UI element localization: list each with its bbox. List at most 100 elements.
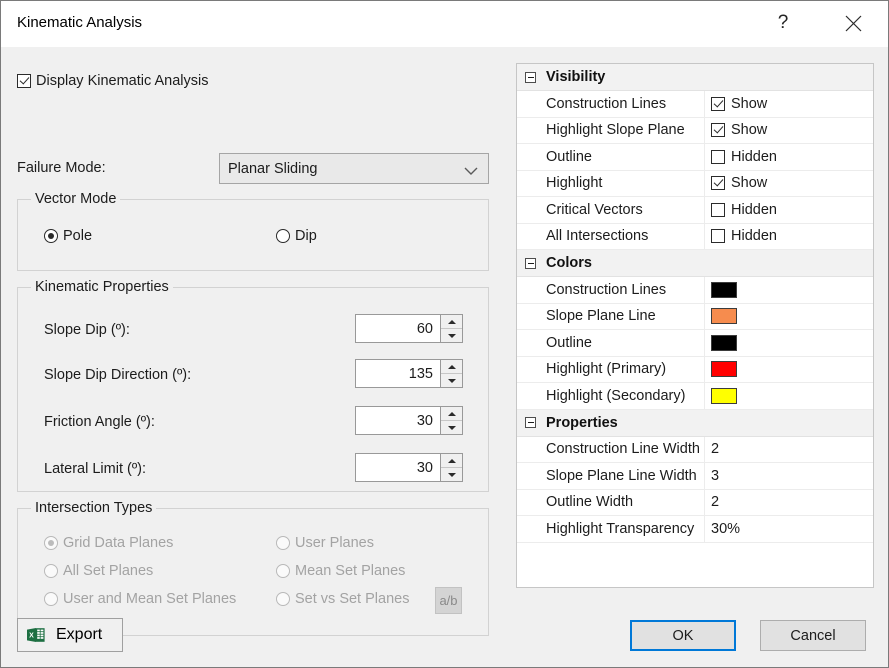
slope-dip-direction-input[interactable]: 135	[355, 359, 441, 388]
table-row[interactable]: Construction Lines	[517, 277, 873, 304]
lateral-limit-spin-buttons	[441, 453, 463, 482]
row-value[interactable]: 2	[705, 490, 873, 516]
row-value-text: Hidden	[731, 149, 777, 165]
excel-icon: X	[26, 625, 46, 645]
table-row[interactable]: Highlight (Secondary)	[517, 383, 873, 410]
property-group-properties[interactable]: Properties	[517, 410, 873, 437]
table-row[interactable]: Highlight Transparency 30%	[517, 516, 873, 543]
collapse-minus-icon[interactable]	[525, 258, 536, 269]
row-value[interactable]	[705, 330, 873, 356]
checkbox-unchecked-icon[interactable]	[711, 150, 725, 164]
spin-down-button[interactable]	[441, 420, 462, 434]
radio-grid-data-planes: Grid Data Planes	[44, 535, 173, 551]
row-value[interactable]: Show	[705, 171, 873, 197]
row-value[interactable]: 3	[705, 463, 873, 489]
row-label: Highlight Slope Plane	[517, 118, 705, 144]
row-value[interactable]: Hidden	[705, 197, 873, 223]
property-group-colors[interactable]: Colors	[517, 250, 873, 277]
color-swatch[interactable]	[711, 335, 737, 351]
checkbox-unchecked-icon[interactable]	[711, 203, 725, 217]
kinematic-properties-title: Kinematic Properties	[31, 279, 173, 295]
friction-angle-spin-buttons	[441, 406, 463, 435]
close-button[interactable]	[830, 1, 876, 45]
table-row[interactable]: All Intersections Hidden	[517, 224, 873, 251]
slope-dip-input[interactable]: 60	[355, 314, 441, 343]
checkbox-check-icon[interactable]	[711, 97, 725, 111]
radio-dip-label: Dip	[295, 228, 317, 244]
checkbox-check-icon[interactable]	[711, 176, 725, 190]
radio-pole[interactable]: Pole	[44, 228, 92, 244]
cancel-button[interactable]: Cancel	[760, 620, 866, 651]
table-row[interactable]: Critical Vectors Hidden	[517, 197, 873, 224]
failure-mode-dropdown[interactable]: Planar Sliding	[219, 153, 489, 184]
display-kinematic-analysis-checkbox[interactable]: Display Kinematic Analysis	[17, 73, 208, 89]
row-value[interactable]: 2	[705, 437, 873, 463]
table-row[interactable]: Slope Plane Line	[517, 304, 873, 331]
radio-dip[interactable]: Dip	[276, 228, 317, 244]
window-title: Kinematic Analysis	[17, 14, 142, 31]
table-row[interactable]: Outline	[517, 330, 873, 357]
table-row[interactable]: Construction Lines Show	[517, 91, 873, 118]
row-value[interactable]	[705, 357, 873, 383]
color-swatch[interactable]	[711, 308, 737, 324]
slope-dip-spin-buttons	[441, 314, 463, 343]
row-label: Construction Lines	[517, 91, 705, 117]
table-row[interactable]: Outline Hidden	[517, 144, 873, 171]
triangle-up-icon	[448, 365, 456, 369]
lateral-limit-input[interactable]: 30	[355, 453, 441, 482]
triangle-up-icon	[448, 320, 456, 324]
table-row[interactable]: Highlight Slope Plane Show	[517, 118, 873, 145]
friction-angle-stepper[interactable]: 30	[355, 406, 463, 435]
color-swatch[interactable]	[711, 388, 737, 404]
row-value[interactable]	[705, 277, 873, 303]
lateral-limit-stepper[interactable]: 30	[355, 453, 463, 482]
row-value[interactable]: Hidden	[705, 144, 873, 170]
property-grid[interactable]: Visibility Construction Lines Show Highl…	[516, 63, 874, 588]
friction-angle-input[interactable]: 30	[355, 406, 441, 435]
row-value[interactable]: Show	[705, 118, 873, 144]
failure-mode-value: Planar Sliding	[228, 161, 317, 177]
intersection-types-title: Intersection Types	[31, 500, 156, 516]
row-value[interactable]: Show	[705, 91, 873, 117]
spin-down-button[interactable]	[441, 328, 462, 342]
row-value-text: Hidden	[731, 228, 777, 244]
help-button[interactable]: ?	[760, 1, 806, 45]
ok-button[interactable]: OK	[630, 620, 736, 651]
collapse-minus-icon[interactable]	[525, 72, 536, 83]
spin-up-button[interactable]	[441, 315, 462, 328]
table-row[interactable]: Slope Plane Line Width 3	[517, 463, 873, 490]
table-row[interactable]: Construction Line Width 2	[517, 437, 873, 464]
spin-up-button[interactable]	[441, 454, 462, 467]
export-button[interactable]: X Export	[17, 618, 123, 652]
row-value[interactable]	[705, 383, 873, 409]
slope-dip-stepper[interactable]: 60	[355, 314, 463, 343]
spin-up-button[interactable]	[441, 407, 462, 420]
table-row[interactable]: Highlight (Primary)	[517, 357, 873, 384]
row-value[interactable]	[705, 304, 873, 330]
row-label: Construction Lines	[517, 277, 705, 303]
property-group-visibility[interactable]: Visibility	[517, 64, 873, 91]
spin-down-button[interactable]	[441, 467, 462, 481]
row-value[interactable]: 30%	[705, 516, 873, 542]
table-row[interactable]: Highlight Show	[517, 171, 873, 198]
radio-mean-set-planes-label: Mean Set Planes	[295, 563, 405, 579]
row-label: Slope Plane Line	[517, 304, 705, 330]
table-row[interactable]: Outline Width 2	[517, 490, 873, 517]
radio-selected-icon	[44, 536, 58, 550]
checkbox-check-icon[interactable]	[711, 123, 725, 137]
friction-angle-label: Friction Angle (º):	[44, 414, 155, 430]
slope-dip-direction-stepper[interactable]: 135	[355, 359, 463, 388]
row-value[interactable]: Hidden	[705, 224, 873, 250]
title-bar: Kinematic Analysis ?	[1, 1, 889, 47]
checkbox-unchecked-icon[interactable]	[711, 229, 725, 243]
color-swatch[interactable]	[711, 361, 737, 377]
chevron-down-icon	[464, 163, 478, 181]
slope-dip-direction-label: Slope Dip Direction (º):	[44, 367, 191, 383]
spin-up-button[interactable]	[441, 360, 462, 373]
color-swatch[interactable]	[711, 282, 737, 298]
vector-mode-group: Vector Mode Pole Dip	[17, 199, 489, 271]
collapse-minus-icon[interactable]	[525, 417, 536, 428]
spin-down-button[interactable]	[441, 373, 462, 387]
radio-all-set-planes-label: All Set Planes	[63, 563, 153, 579]
radio-user-planes: User Planes	[276, 535, 374, 551]
